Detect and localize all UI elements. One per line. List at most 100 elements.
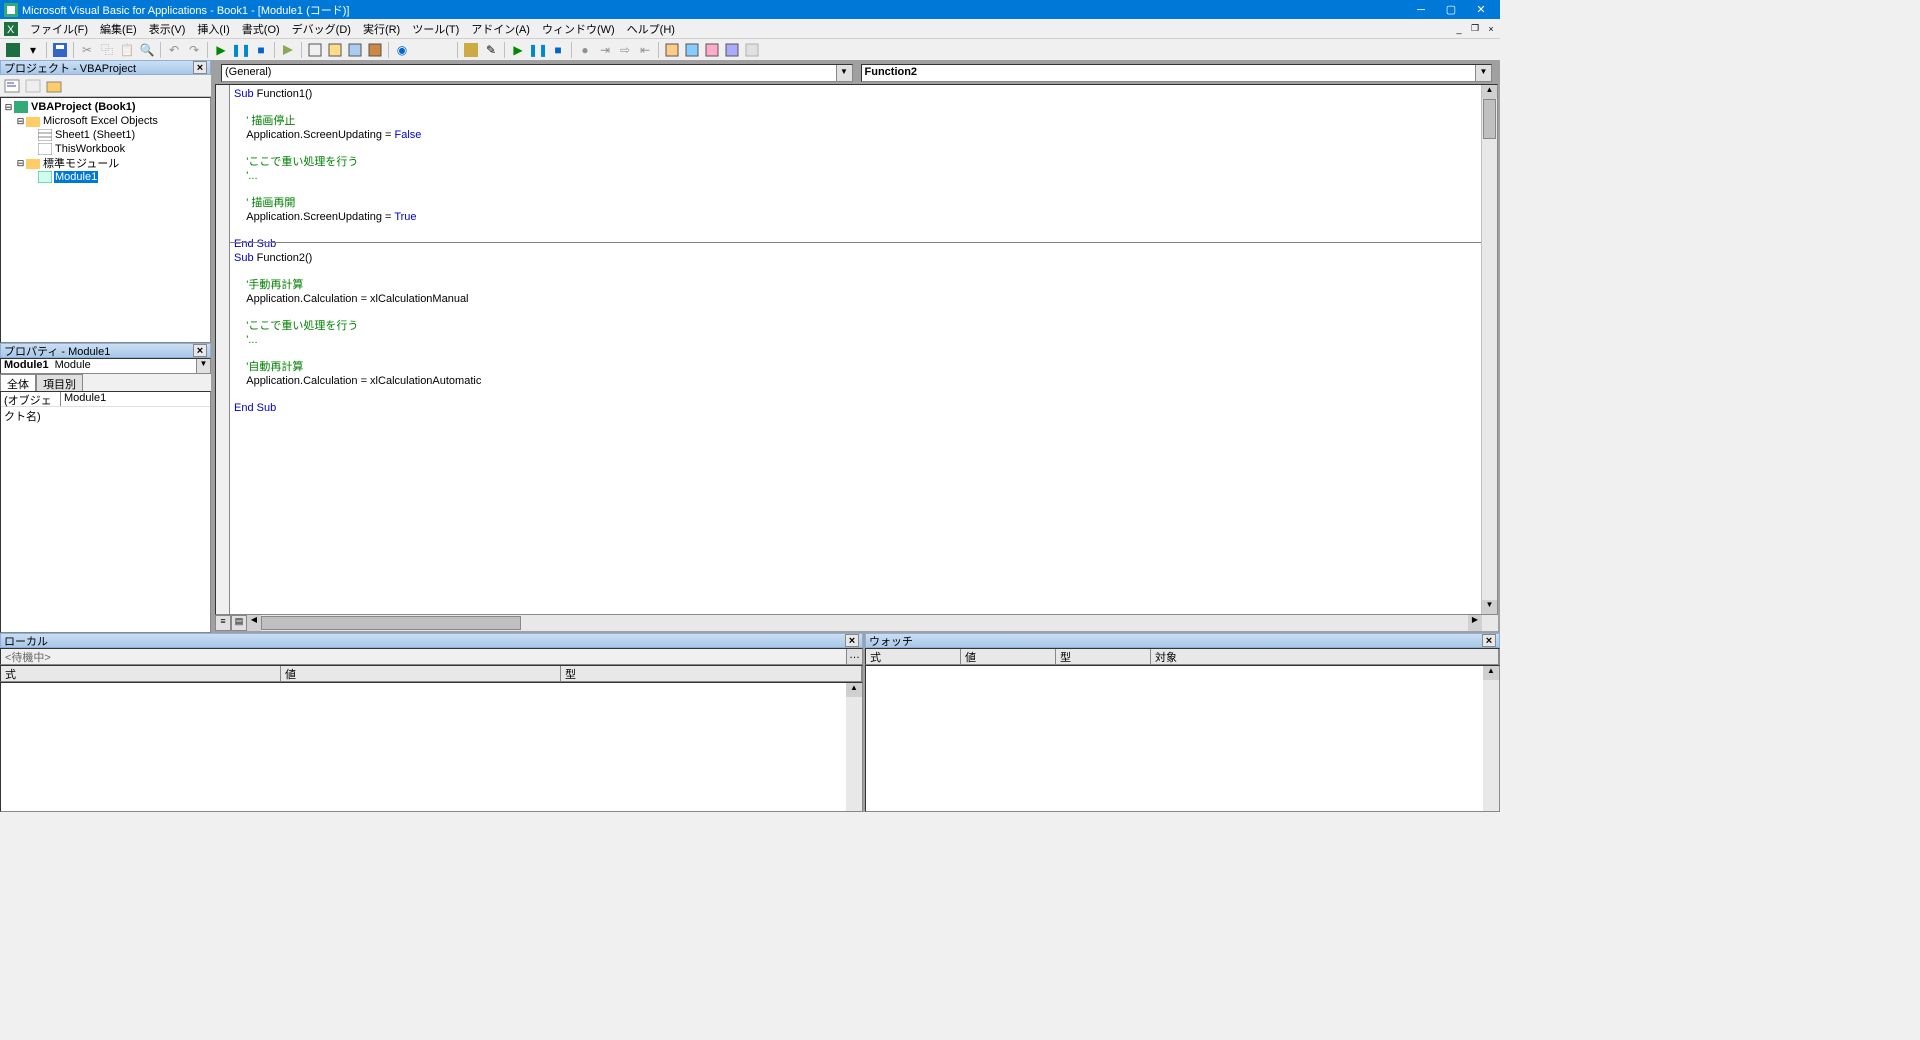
debug-compile-icon[interactable] xyxy=(462,41,480,59)
menu-addin[interactable]: アドイン(A) xyxy=(465,19,536,39)
project-tree[interactable]: ⊟ VBAProject (Book1) ⊟ Microsoft Excel O… xyxy=(0,97,211,343)
debug-edit-icon[interactable]: ✎ xyxy=(482,41,500,59)
properties-grid[interactable]: (オブジェクト名) Module1 xyxy=(0,391,211,633)
close-button[interactable]: ✕ xyxy=(1466,0,1496,19)
title-bar: Microsoft Visual Basic for Applications … xyxy=(0,0,1500,19)
scroll-thumb[interactable] xyxy=(1483,99,1496,139)
scroll-down-icon[interactable]: ▼ xyxy=(1482,600,1497,614)
view-code-icon[interactable] xyxy=(2,77,22,95)
project-pane-close-icon[interactable]: × xyxy=(193,61,207,74)
break-icon[interactable]: ❚❚ xyxy=(232,41,250,59)
scroll-up-icon[interactable]: ▲ xyxy=(1482,85,1497,99)
tree-item-thisworkbook[interactable]: ThisWorkbook xyxy=(3,142,208,156)
chevron-down-icon[interactable]: ▼ xyxy=(1475,65,1491,81)
cut-icon[interactable]: ✂ xyxy=(78,41,96,59)
debug-continue-icon[interactable]: ▶ xyxy=(509,41,527,59)
maximize-button[interactable]: ▢ xyxy=(1436,0,1466,19)
tree-folder-excel-objects[interactable]: ⊟ Microsoft Excel Objects xyxy=(3,114,208,128)
debug-break-icon[interactable]: ❚❚ xyxy=(529,41,547,59)
menu-insert[interactable]: 挿入(I) xyxy=(191,19,235,39)
scroll-up-icon[interactable]: ▲ xyxy=(846,683,862,697)
horizontal-scrollbar[interactable]: ◀ ▶ xyxy=(247,615,1482,631)
procedure-combo[interactable]: Function2 ▼ xyxy=(861,64,1493,82)
call-stack-button[interactable]: … xyxy=(846,649,862,664)
scroll-thumb[interactable] xyxy=(261,616,521,630)
mdi-restore-button[interactable]: ❐ xyxy=(1468,22,1482,36)
toggle-breakpoint-icon[interactable]: ● xyxy=(576,41,594,59)
menu-file[interactable]: ファイル(F) xyxy=(24,19,94,39)
tree-folder-modules[interactable]: ⊟ 標準モジュール xyxy=(3,156,208,170)
menu-tools[interactable]: ツール(T) xyxy=(406,19,465,39)
chevron-down-icon[interactable]: ▼ xyxy=(196,359,210,373)
call-stack-icon[interactable] xyxy=(743,41,761,59)
step-into-icon[interactable]: ⇥ xyxy=(596,41,614,59)
view-excel-icon[interactable] xyxy=(4,41,22,59)
property-row[interactable]: (オブジェクト名) Module1 xyxy=(1,392,210,407)
scroll-right-icon[interactable]: ▶ xyxy=(1468,615,1482,631)
tree-root[interactable]: ⊟ VBAProject (Book1) xyxy=(3,100,208,114)
watch-window-icon[interactable] xyxy=(703,41,721,59)
watch-grid[interactable]: ▲ xyxy=(865,665,1500,812)
project-explorer-icon[interactable] xyxy=(306,41,324,59)
properties-tab-all[interactable]: 全体 xyxy=(0,374,36,391)
watch-pane-close-icon[interactable]: × xyxy=(1482,634,1496,647)
undo-icon[interactable]: ↶ xyxy=(165,41,183,59)
collapse-icon[interactable]: ⊟ xyxy=(15,158,26,169)
insert-dropdown-icon[interactable]: ▾ xyxy=(24,41,42,59)
menu-debug[interactable]: デバッグ(D) xyxy=(286,19,357,39)
full-module-view-button[interactable]: ▤ xyxy=(231,615,247,631)
debug-reset-icon[interactable]: ■ xyxy=(549,41,567,59)
find-icon[interactable]: 🔍 xyxy=(138,41,156,59)
object-combo[interactable]: (General) ▼ xyxy=(221,64,853,82)
menu-help[interactable]: ヘルプ(H) xyxy=(621,19,681,39)
collapse-icon[interactable]: ⊟ xyxy=(3,102,14,113)
locals-pane-close-icon[interactable]: × xyxy=(845,634,859,647)
menu-view[interactable]: 表示(V) xyxy=(143,19,192,39)
vertical-scrollbar[interactable]: ▲ ▼ xyxy=(1481,85,1497,614)
folder-icon xyxy=(26,157,40,169)
tree-item-sheet1[interactable]: Sheet1 (Sheet1) xyxy=(3,128,208,142)
toolbox-icon[interactable] xyxy=(366,41,384,59)
vertical-scrollbar[interactable]: ▲ xyxy=(846,683,862,811)
reset-icon[interactable]: ■ xyxy=(252,41,270,59)
redo-icon[interactable]: ↷ xyxy=(185,41,203,59)
properties-object-selector[interactable]: Module1 Module ▼ xyxy=(0,358,211,374)
code-margin[interactable] xyxy=(216,85,230,614)
tree-item-module1[interactable]: Module1 xyxy=(3,170,208,184)
save-icon[interactable] xyxy=(51,41,69,59)
project-toolbar xyxy=(0,75,211,97)
copy-icon[interactable]: ⿻ xyxy=(98,41,116,59)
quick-watch-icon[interactable] xyxy=(723,41,741,59)
menu-run[interactable]: 実行(R) xyxy=(357,19,406,39)
run-icon[interactable]: ▶ xyxy=(212,41,230,59)
watch-pane-title: ウォッチ × xyxy=(865,633,1500,648)
step-over-icon[interactable]: ⇨ xyxy=(616,41,634,59)
immediate-window-icon[interactable] xyxy=(683,41,701,59)
chevron-down-icon[interactable]: ▼ xyxy=(836,65,852,81)
menu-format[interactable]: 書式(O) xyxy=(236,19,286,39)
window-title: Microsoft Visual Basic for Applications … xyxy=(22,2,1406,18)
mdi-minimize-button[interactable]: _ xyxy=(1452,22,1466,36)
locals-window-icon[interactable] xyxy=(663,41,681,59)
view-object-icon[interactable] xyxy=(23,77,43,95)
menu-window[interactable]: ウィンドウ(W) xyxy=(536,19,621,39)
toggle-folders-icon[interactable] xyxy=(44,77,64,95)
properties-icon[interactable] xyxy=(326,41,344,59)
collapse-icon[interactable]: ⊟ xyxy=(15,116,26,127)
minimize-button[interactable]: ─ xyxy=(1406,0,1436,19)
scroll-up-icon[interactable]: ▲ xyxy=(1483,666,1499,680)
step-out-icon[interactable]: ⇤ xyxy=(636,41,654,59)
vertical-scrollbar[interactable]: ▲ xyxy=(1483,666,1499,811)
scroll-left-icon[interactable]: ◀ xyxy=(247,615,261,631)
object-browser-icon[interactable] xyxy=(346,41,364,59)
properties-tab-categorized[interactable]: 項目別 xyxy=(36,374,83,391)
code-editor[interactable]: Sub Function1() ' 描画停止 Application.Scree… xyxy=(230,85,1481,614)
designmode-icon[interactable] xyxy=(279,41,297,59)
mdi-close-button[interactable]: × xyxy=(1484,22,1498,36)
help-icon[interactable]: ◉ xyxy=(393,41,411,59)
locals-grid[interactable]: ▲ xyxy=(0,682,863,812)
paste-icon[interactable]: 📋 xyxy=(118,41,136,59)
procedure-view-button[interactable]: ≡ xyxy=(215,615,231,631)
menu-edit[interactable]: 編集(E) xyxy=(94,19,143,39)
properties-pane-close-icon[interactable]: × xyxy=(193,344,207,357)
